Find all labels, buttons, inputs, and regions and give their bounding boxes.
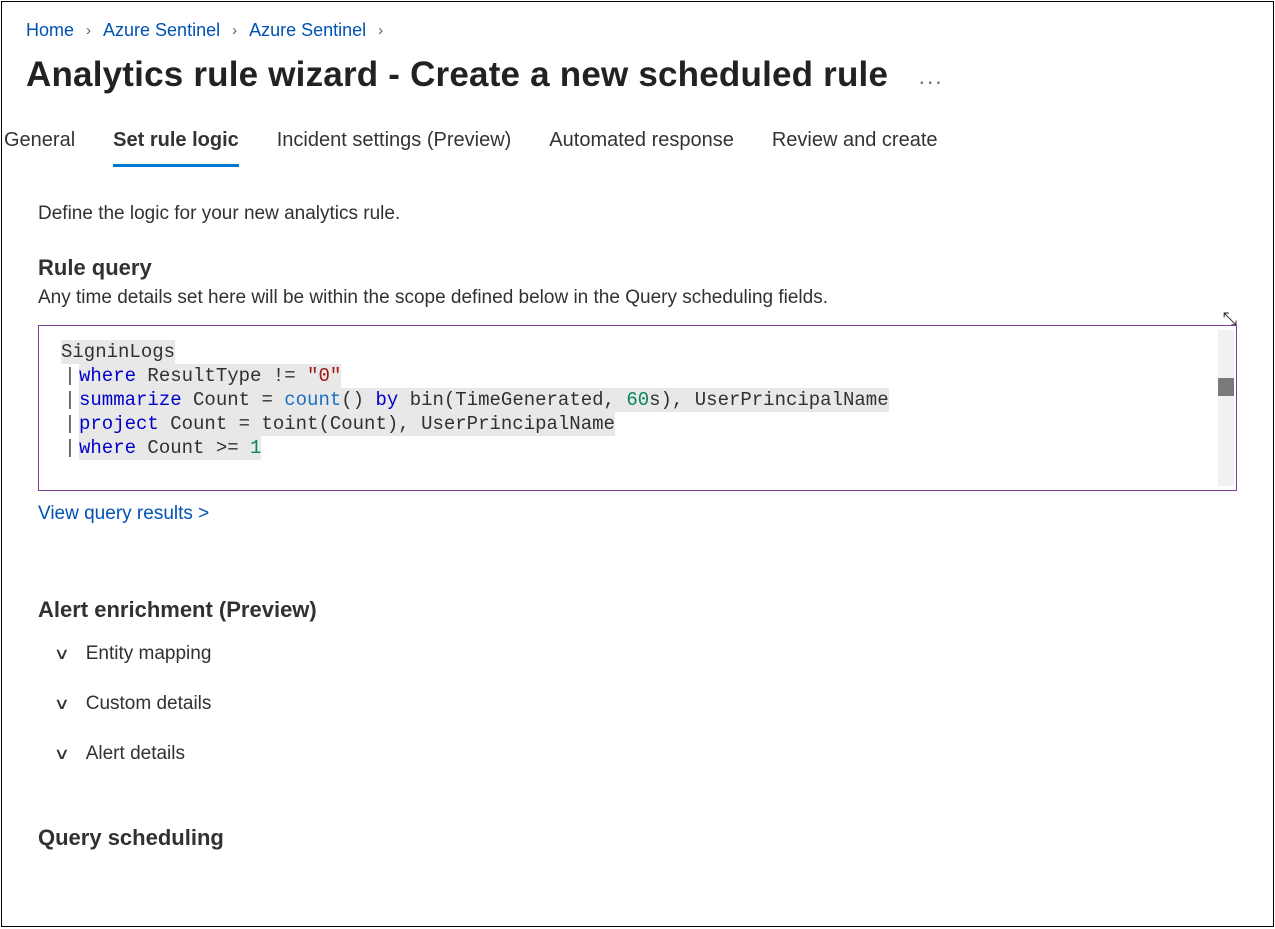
code-text: Count >= (136, 437, 250, 459)
scrollbar-thumb[interactable] (1218, 378, 1234, 396)
code-keyword: summarize (79, 389, 182, 411)
code-text: Count = (182, 389, 285, 411)
expander-alert-details[interactable]: ∨ Alert details (38, 729, 1237, 779)
chevron-down-icon: ∨ (54, 694, 70, 714)
chevron-down-icon: ∨ (54, 644, 70, 664)
expander-label: Entity mapping (86, 643, 212, 665)
code-number: 1 (250, 437, 261, 459)
rule-query-heading: Rule query (38, 255, 1237, 281)
code-keyword: project (79, 413, 159, 435)
expander-label: Alert details (86, 743, 185, 765)
breadcrumb-home[interactable]: Home (26, 20, 74, 41)
code-text: ResultType != (136, 365, 307, 387)
tab-incident-settings[interactable]: Incident settings (Preview) (277, 119, 512, 167)
code-text: Count = toint(Count), UserPrincipalName (159, 413, 615, 435)
tab-general[interactable]: General (4, 119, 75, 167)
view-query-results-link[interactable]: View query results > (38, 503, 209, 525)
page-title: Analytics rule wizard - Create a new sch… (26, 55, 888, 95)
query-scheduling-heading: Query scheduling (38, 825, 1237, 851)
code-keyword: by (375, 389, 398, 411)
rule-query-editor[interactable]: SigninLogs | where ResultType != "0" | s… (38, 325, 1237, 491)
tab-automated-response[interactable]: Automated response (549, 119, 734, 167)
code-function: count (284, 389, 341, 411)
breadcrumb-azure-sentinel-2[interactable]: Azure Sentinel (249, 20, 366, 41)
rule-query-subtext: Any time details set here will be within… (38, 287, 1237, 309)
expander-custom-details[interactable]: ∨ Custom details (38, 679, 1237, 729)
tab-set-rule-logic[interactable]: Set rule logic (113, 119, 239, 167)
intro-text: Define the logic for your new analytics … (38, 203, 1237, 225)
code-string: "0" (307, 365, 341, 387)
code-keyword: where (79, 365, 136, 387)
code-text: bin(TimeGenerated, (398, 389, 626, 411)
chevron-right-icon: › (86, 22, 91, 39)
chevron-right-icon: › (378, 22, 383, 39)
alert-enrichment-heading: Alert enrichment (Preview) (38, 597, 1237, 623)
expander-entity-mapping[interactable]: ∨ Entity mapping (38, 629, 1237, 679)
code-identifier: SigninLogs (61, 341, 175, 363)
breadcrumb-azure-sentinel-1[interactable]: Azure Sentinel (103, 20, 220, 41)
code-number: 60 (626, 389, 649, 411)
chevron-down-icon: ∨ (54, 744, 70, 764)
more-actions-button[interactable]: ··· (912, 69, 949, 95)
chevron-right-icon: › (232, 22, 237, 39)
code-text: () (341, 389, 375, 411)
code-keyword: where (79, 437, 136, 459)
scrollbar-track (1218, 330, 1234, 486)
expander-label: Custom details (86, 693, 212, 715)
breadcrumb: Home › Azure Sentinel › Azure Sentinel › (2, 2, 1273, 49)
tab-review-and-create[interactable]: Review and create (772, 119, 938, 167)
code-text: s), UserPrincipalName (649, 389, 888, 411)
tab-bar: General Set rule logic Incident settings… (2, 119, 1273, 167)
